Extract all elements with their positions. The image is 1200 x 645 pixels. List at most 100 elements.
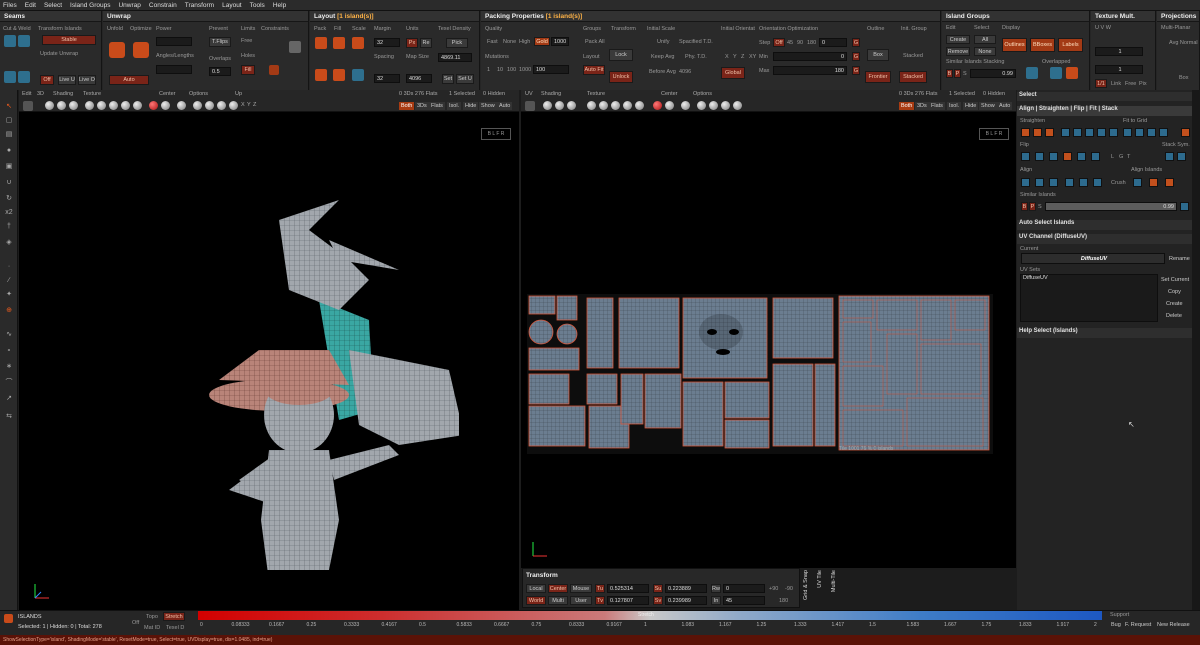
current-uv-field[interactable]: DiffuseUV [1021, 253, 1165, 264]
align-islands-2-icon[interactable] [1149, 178, 1158, 187]
flip-5-icon[interactable] [1077, 152, 1086, 161]
texture-ball-1-icon[interactable] [85, 101, 94, 110]
up-x[interactable]: X [241, 102, 245, 108]
v-mult-field[interactable]: 1 [1095, 65, 1143, 74]
vp3d-3ds[interactable]: 3Ds [415, 102, 429, 110]
before-avg-label[interactable]: Before Avg [649, 69, 676, 75]
fill-icon[interactable] [333, 37, 345, 49]
paint-select-icon[interactable]: ▤ [3, 130, 15, 140]
align-5-icon[interactable] [1079, 178, 1088, 187]
orient-xy[interactable]: XY [749, 54, 756, 60]
menu-tools[interactable]: Tools [250, 2, 265, 9]
mirror-icon[interactable]: ⇆ [3, 412, 15, 422]
constraint-icon[interactable] [289, 41, 301, 53]
su-field[interactable]: 0.223889 [665, 584, 707, 593]
vp3d-show[interactable]: Show [479, 102, 497, 110]
light-icon[interactable] [193, 101, 202, 110]
uv-shading-3-icon[interactable] [567, 101, 576, 110]
pix-label[interactable]: Pix [1139, 81, 1147, 87]
uv-light-icon[interactable] [697, 101, 706, 110]
rp-p-button[interactable]: P [1029, 202, 1036, 211]
step-180[interactable]: 180 [807, 40, 816, 46]
uv-texture-1-icon[interactable] [587, 101, 596, 110]
orient-x[interactable]: X [725, 54, 729, 60]
step-g-button[interactable]: G [852, 38, 860, 47]
max-field[interactable]: 180 [773, 66, 847, 75]
margin-field[interactable]: 32 [374, 38, 400, 47]
star-icon[interactable]: ✦ [3, 290, 15, 300]
crush-label[interactable]: Crush [1111, 180, 1126, 186]
flip-4-icon[interactable] [1063, 152, 1072, 161]
uv-texture-4-icon[interactable] [623, 101, 632, 110]
px-button[interactable]: Px [406, 38, 418, 48]
mouse-button[interactable]: Mouse [570, 584, 592, 593]
mutation-10[interactable]: 10 [497, 67, 503, 73]
straighten-5-icon[interactable] [1073, 128, 1082, 137]
quality-high[interactable]: High [519, 39, 530, 45]
keep-avg-label[interactable]: Keep Avg [651, 54, 674, 60]
viewport-3d[interactable]: Edit 3D Shading Texture Center Options U… [19, 90, 519, 610]
center-pivot-icon[interactable] [177, 101, 186, 110]
density-field[interactable]: 4869.11 [438, 53, 472, 62]
uv-options-2-icon[interactable] [709, 101, 718, 110]
free-label-tm[interactable]: Free [1125, 81, 1136, 87]
avg-normal-label[interactable]: Avg Normal [1169, 40, 1198, 46]
align-3-icon[interactable] [1049, 178, 1058, 187]
vpuv-nav-cube[interactable]: B L F R [979, 128, 1009, 140]
fit-1-icon[interactable] [1123, 128, 1132, 137]
phy-td-label[interactable]: Phy. T.D. [685, 54, 707, 60]
orient-y[interactable]: Y [733, 54, 737, 60]
texture-ball-5-icon[interactable] [133, 101, 142, 110]
stacked-button[interactable]: Stacked [899, 71, 927, 83]
cut-icon[interactable] [4, 35, 16, 47]
uv-center-target-icon[interactable] [653, 101, 662, 110]
vpuv-frame-icon[interactable] [525, 101, 535, 111]
options-4-icon[interactable] [229, 101, 238, 110]
local-button[interactable]: Local [526, 584, 546, 593]
in-field[interactable]: 45 [723, 596, 765, 605]
flip-6-icon[interactable] [1091, 152, 1100, 161]
proj-box-label[interactable]: Box [1179, 75, 1188, 81]
uv-center-cross-icon[interactable] [665, 101, 674, 110]
straighten-2-icon[interactable] [1033, 128, 1042, 137]
fill-selected-icon[interactable] [333, 69, 345, 81]
uv-shading-2-icon[interactable] [555, 101, 564, 110]
vp3d-nav-cube[interactable]: B L F R [481, 128, 511, 140]
ig-none-button[interactable]: None [974, 47, 996, 56]
ig-create-button[interactable]: Create [946, 35, 970, 44]
ig-remove-button[interactable]: Remove [946, 47, 970, 56]
lasso-icon[interactable]: ∿ [3, 330, 15, 340]
rp-stack-icon[interactable] [1180, 202, 1189, 211]
shading-ball-3-icon[interactable] [69, 101, 78, 110]
uv-center-pivot-icon[interactable] [681, 101, 690, 110]
overlaps-field[interactable]: 0.5 [209, 67, 231, 76]
center-target-icon[interactable] [149, 101, 158, 110]
box-select-icon[interactable]: ▢ [3, 116, 15, 126]
align-islands-1-icon[interactable] [1133, 178, 1142, 187]
uv-tile-tab[interactable]: UV Tile [817, 570, 827, 588]
texel-option[interactable]: Texel D [166, 625, 184, 631]
straighten-6-icon[interactable] [1085, 128, 1094, 137]
vpuv-both[interactable]: Both [899, 102, 915, 110]
scale-x2-icon[interactable]: x2 [3, 208, 15, 218]
ig-p-button[interactable]: P [954, 69, 961, 78]
stacked-label[interactable]: Stacked [903, 53, 923, 59]
fit-3-icon[interactable] [1147, 128, 1156, 137]
mutation-1000[interactable]: 1000 [519, 67, 531, 73]
align-4-icon[interactable] [1065, 178, 1074, 187]
vpuv-3ds[interactable]: 3Ds [915, 102, 929, 110]
fit-2-icon[interactable] [1135, 128, 1144, 137]
align-6-icon[interactable] [1093, 178, 1102, 187]
rp-similar-field[interactable]: 0.99 [1045, 202, 1177, 211]
flip-g[interactable]: G [1119, 154, 1123, 160]
menu-layout[interactable]: Layout [222, 2, 242, 9]
seam-cut-icon[interactable] [4, 71, 16, 83]
dot-icon[interactable]: · [3, 262, 15, 272]
mutations-field[interactable]: 100 [533, 65, 569, 74]
spacified-td-label[interactable]: Spacified T.D. [679, 39, 713, 45]
stack-sym-2-icon[interactable] [1177, 152, 1186, 161]
shield-icon[interactable]: ◈ [3, 238, 15, 248]
magnet-icon[interactable]: ∪ [3, 178, 15, 188]
vpuv-isol[interactable]: Isol. [947, 102, 962, 110]
sv-field[interactable]: 0.239989 [665, 596, 707, 605]
